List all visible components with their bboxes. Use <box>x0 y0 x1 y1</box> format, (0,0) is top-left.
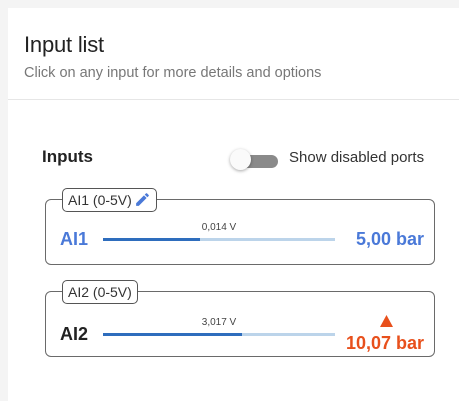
input-name: AI2 <box>60 324 89 344</box>
show-disabled-label[interactable]: Show disabled ports <box>289 149 424 166</box>
input-name: AI1 <box>60 229 89 249</box>
show-disabled-toggle[interactable] <box>230 149 280 171</box>
input-level-fill <box>103 333 243 336</box>
header-divider <box>8 99 459 100</box>
inputs-heading: Inputs <box>42 147 93 166</box>
input-list-panel: Input list Click on any input for more d… <box>8 8 459 401</box>
input-value: 10,07 bar <box>345 333 424 353</box>
input-value: 5,00 bar <box>355 229 424 249</box>
input-tag: AI2 (0-5V) <box>62 280 138 304</box>
input-tag: AI1 (0-5V) <box>62 188 157 212</box>
input-tag-label: AI1 (0-5V) <box>68 192 132 208</box>
toggle-thumb <box>230 149 251 170</box>
input-level-bar <box>103 238 335 241</box>
input-reading: 3,017 V <box>201 317 237 328</box>
page-title: Input list <box>24 32 104 57</box>
input-reading: 0,014 V <box>201 222 237 233</box>
input-card-ai1[interactable]: AI1 (0-5V) AI1 0,014 V 5,00 bar <box>45 188 435 265</box>
input-card-ai2[interactable]: AI2 (0-5V) AI2 3,017 V 10,07 bar <box>45 280 435 357</box>
input-level-fill <box>103 238 201 241</box>
pencil-icon[interactable] <box>134 191 151 214</box>
page-subtitle: Click on any input for more details and … <box>24 65 322 81</box>
warning-triangle-icon <box>380 315 393 327</box>
input-tag-label: AI2 (0-5V) <box>68 284 132 300</box>
input-level-bar <box>103 333 335 336</box>
